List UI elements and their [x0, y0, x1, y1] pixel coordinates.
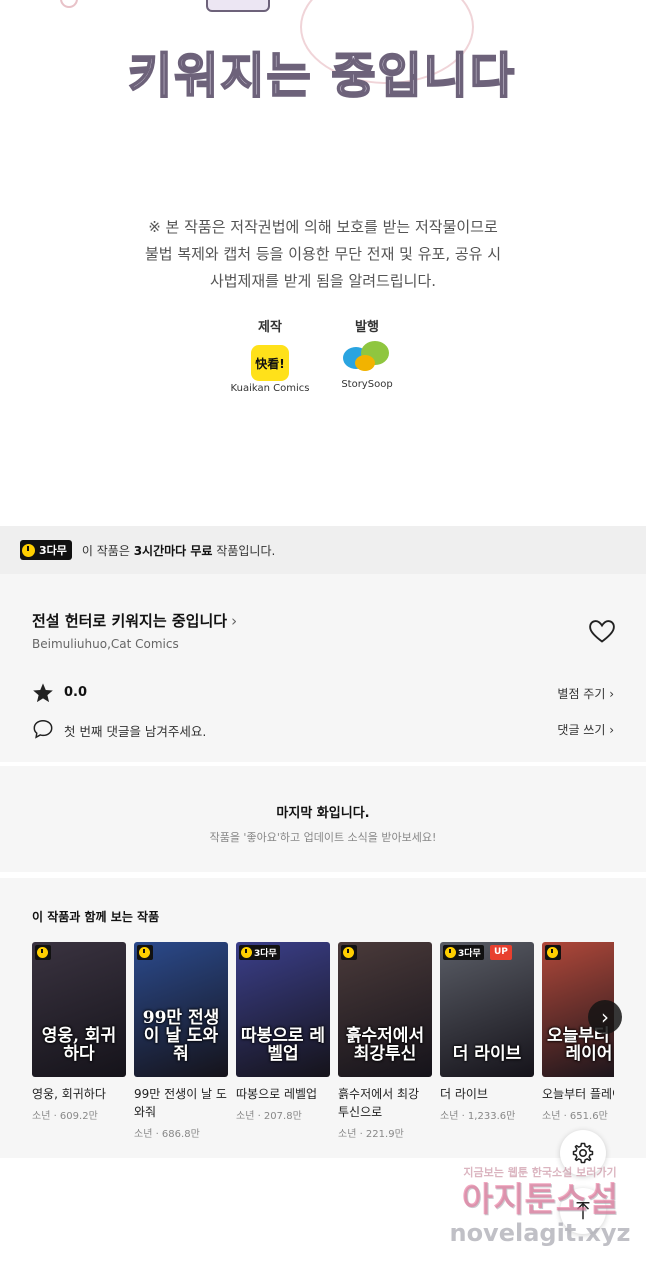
recommendation-meta: 소년 · 651.6만 — [542, 1111, 608, 1122]
artwork-decoration — [60, 0, 78, 8]
free-text-suffix: 작품입니다. — [212, 543, 276, 558]
last-episode-subtitle: 작품을 '좋아요'하고 업데이트 소식을 받아보세요! — [209, 831, 437, 844]
artwork-letter-fragment — [206, 0, 270, 12]
clock-icon — [241, 947, 252, 958]
storysoop-logo — [339, 341, 395, 377]
notice-line: ※ 본 작품은 저작권법에 의해 보호를 받는 저작물이므로 — [148, 218, 498, 236]
series-info-panel: 전설 헌터로 키워지는 중입니다 › Beimuliuhuo,Cat Comics… — [0, 574, 646, 762]
notice-line: 사법제재를 받게 됨을 알려드립니다. — [209, 272, 437, 290]
recommendations-heading: 이 작품과 함께 보는 작품 — [32, 910, 160, 924]
free-text-bold: 3시간마다 무료 — [133, 543, 213, 558]
series-title-link[interactable]: 전설 헌터로 키워지는 중입니다 › — [32, 610, 237, 631]
cover-title-art: 99만 전생이 날 도와줘 — [142, 1008, 220, 1064]
free-text-prefix: 이 작품은 — [81, 543, 134, 558]
recommendation-meta: 소년 · 609.2만 — [32, 1111, 98, 1122]
write-comment-button[interactable]: 댓글 쓰기 › — [557, 721, 614, 738]
comment-bubble-icon — [33, 720, 53, 739]
producer-credit: 제작 快看! Kuaikan Comics — [225, 316, 315, 394]
clock-icon — [139, 947, 150, 958]
recommendation-card[interactable]: 흙수저에서 최강투신흙수저에서 최강 투신으로소년 · 221.9만 — [338, 942, 432, 1140]
free-badge — [137, 945, 153, 960]
recommendation-cover: 3다무 UP 더 라이브 — [440, 942, 534, 1077]
publisher-name: StorySoop — [341, 379, 393, 390]
producer-label: 제작 — [258, 320, 282, 335]
rating-row: 0.0 별점 주기 › — [32, 682, 614, 706]
free-badge — [545, 945, 561, 960]
producer-name: Kuaikan Comics — [230, 383, 310, 394]
recommendation-card[interactable]: 99만 전생이 날 도와줘 99만 전생이 날 도와줘소년 · 686.8만 — [134, 942, 228, 1140]
comment-row: 첫 번째 댓글을 남겨주세요. 댓글 쓰기 › — [32, 718, 614, 742]
recommendation-cover: 3다무따봉으로 레벨업 — [236, 942, 330, 1077]
publisher-credit: 발행 StorySoop — [322, 316, 412, 390]
recommendation-card[interactable]: 영웅, 회귀하다 영웅, 회귀하다 소년 · 609.2만 — [32, 942, 126, 1122]
badge-label: 3다무 — [39, 544, 67, 557]
cover-title-art: 영웅, 회귀하다 — [41, 1026, 117, 1064]
up-badge: UP — [490, 945, 512, 960]
free-badge: 3다무 — [443, 945, 484, 960]
clock-icon — [343, 947, 354, 958]
last-episode-panel: 마지막 화입니다. 작품을 '좋아요'하고 업데이트 소식을 받아보세요! — [0, 766, 646, 872]
clock-icon — [37, 947, 48, 958]
watermark-line2: 아지툰소설 — [461, 1180, 619, 1220]
recommendation-card[interactable]: 3다무 따봉으로 레벨업 따봉으로 레벨업 소년 · 207.8만 — [236, 942, 330, 1122]
cover-title-art: 흙수저에서 최강투신 — [345, 1026, 425, 1064]
series-author: Beimuliuhuo,Cat Comics — [32, 637, 179, 651]
clock-icon — [547, 947, 558, 958]
recommendation-title: 따봉으로 레벨업 — [236, 1087, 318, 1101]
recommendation-cover: 99만 전생이 날 도와줘 — [134, 942, 228, 1077]
artwork-title-text: 키워지는 중입니다 — [127, 47, 516, 105]
clock-icon — [445, 947, 456, 958]
recommendation-title: 흙수저에서 최강 투신으로 — [338, 1087, 420, 1119]
recommendation-meta: 소년 · 1,233.6만 — [440, 1111, 516, 1122]
rate-button[interactable]: 별점 주기 › — [557, 685, 614, 702]
clock-icon — [22, 543, 35, 557]
last-episode-title: 마지막 화입니다. — [276, 806, 370, 821]
cover-title-art: 더 라이브 — [452, 1044, 522, 1064]
recommendation-card[interactable]: 3다무 UP 더 라이브 더 라이브 소년 · 1,233.6만 — [440, 942, 534, 1122]
badge-label: 3다무 — [458, 949, 481, 959]
watermark: 지금보는 웹툰 한국소설 보러가기 아지툰소설 novelagit.xyz — [440, 1164, 640, 1246]
rating-value: 0.0 — [64, 685, 88, 700]
free-every-3-hours-banner: 3다무 이 작품은 3시간마다 무료 작품입니다. — [0, 526, 646, 574]
next-arrow-button[interactable]: › — [588, 1000, 622, 1034]
series-title: 전설 헌터로 키워지는 중입니다 — [32, 612, 228, 630]
copyright-notice: ※ 본 작품은 저작권법에 의해 보호를 받는 저작물이므로 불법 복제와 캡처… — [0, 214, 646, 295]
recommendation-cover: 흙수저에서 최강투신 — [338, 942, 432, 1077]
free-badge — [35, 945, 51, 960]
recommendation-title: 99만 전생이 날 도와줘 — [134, 1087, 227, 1119]
recommendation-title: 더 라이브 — [440, 1087, 488, 1101]
free-banner-text: 이 작품은 3시간마다 무료 작품입니다. — [82, 542, 275, 559]
star-icon — [33, 683, 53, 703]
recommendation-title: 영웅, 회귀하다 — [32, 1087, 106, 1101]
watermark-line1: 지금보는 웹툰 한국소설 보러가기 — [463, 1166, 617, 1179]
heart-icon[interactable] — [588, 618, 616, 644]
gear-icon — [572, 1142, 594, 1164]
recommendations-section: 이 작품과 함께 보는 작품 영웅, 회귀하다 영웅, 회귀하다 소년 · 609.… — [0, 878, 646, 1158]
3damu-badge: 3다무 — [20, 540, 72, 560]
episode-artwork: 키워지는 중입니다 — [0, 0, 646, 200]
recommendation-meta: 소년 · 207.8만 — [236, 1111, 302, 1122]
badge-label: 3다무 — [254, 949, 277, 959]
free-badge: 3다무 — [239, 945, 280, 960]
chevron-right-icon: › — [231, 612, 238, 630]
publisher-label: 발행 — [355, 320, 379, 335]
recommendation-cover: 영웅, 회귀하다 — [32, 942, 126, 1077]
recommendation-meta: 소년 · 686.8만 — [134, 1129, 200, 1140]
recommendations-list: 영웅, 회귀하다 영웅, 회귀하다 소년 · 609.2만 99만 전생이 날 도와줘… — [32, 942, 614, 1152]
kuaikan-logo: 快看! — [251, 345, 289, 381]
cover-title-art: 따봉으로 레벨업 — [240, 1026, 326, 1064]
credits: 제작 快看! Kuaikan Comics 발행 StorySoop — [0, 316, 646, 406]
recommendation-meta: 소년 · 221.9만 — [338, 1129, 404, 1140]
free-badge — [341, 945, 357, 960]
comment-prompt: 첫 번째 댓글을 남겨주세요. — [64, 724, 207, 739]
watermark-line3: novelagit.xyz — [449, 1219, 631, 1247]
recommendation-title: 오늘부터 플레이어 — [542, 1087, 614, 1101]
notice-line: 불법 복제와 캡처 등을 이용한 무단 전재 및 유포, 공유 시 — [144, 245, 502, 263]
